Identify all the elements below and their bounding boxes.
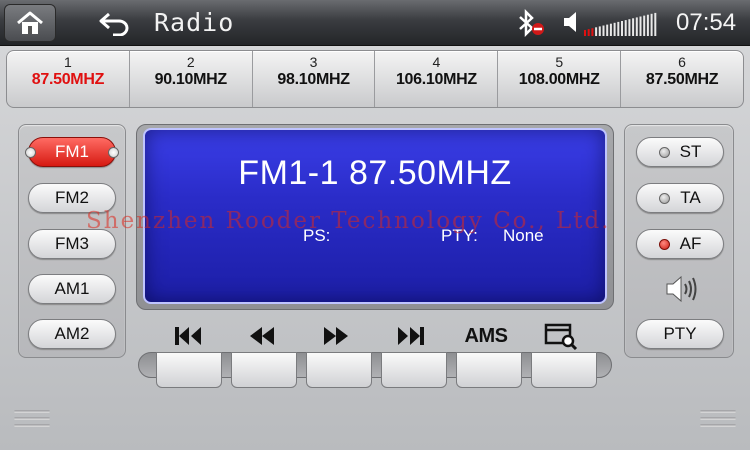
volume-bar (602, 25, 605, 36)
volume-bar (646, 14, 649, 36)
back-button[interactable] (94, 8, 134, 38)
seek-next-icon (381, 322, 441, 350)
band-label: FM1 (55, 142, 89, 161)
preset-frequency: 106.10MHZ (395, 71, 477, 88)
seek-previous-button[interactable] (156, 352, 222, 388)
home-button[interactable] (4, 4, 56, 42)
band-label: FM2 (55, 188, 89, 207)
preset-number: 2 (186, 54, 195, 70)
volume-level-bars[interactable] (584, 10, 658, 36)
volume-bar (654, 12, 657, 36)
ta-indicator-led (659, 192, 671, 204)
preset-number: 6 (678, 54, 686, 70)
preset-6[interactable]: 6 87.50MHZ (621, 51, 743, 107)
volume-bar (628, 19, 631, 36)
volume-bar (609, 23, 612, 36)
volume-bar (632, 18, 635, 36)
preset-number: 3 (309, 54, 318, 70)
band-am1-button[interactable]: AM1 (28, 274, 116, 304)
selector-knob (25, 147, 36, 158)
volume-icon (562, 11, 580, 33)
preset-3[interactable]: 3 98.10MHZ (253, 51, 376, 107)
rewind-icon (232, 322, 292, 350)
af-indicator-led (658, 238, 670, 250)
corner-grip-left (14, 406, 50, 436)
preset-2[interactable]: 2 90.10MHZ (130, 51, 253, 107)
volume-bar (650, 13, 653, 36)
band-am2-button[interactable]: AM2 (28, 319, 116, 349)
volume-bar (598, 26, 601, 36)
st-button[interactable]: ST (636, 137, 724, 167)
volume-bar (606, 24, 609, 36)
volume-bar (617, 21, 620, 36)
band-panel: FM1 FM2 FM3 AM1 AM2 (18, 124, 126, 358)
fast-forward-icon (306, 322, 366, 350)
corner-grip-right (700, 406, 736, 436)
speaker-icon[interactable] (665, 275, 699, 303)
preset-number: 4 (432, 54, 441, 70)
search-button[interactable] (531, 352, 597, 388)
watermark: Shenzhen Rooder Technology Co., Ltd. (86, 208, 611, 234)
preset-4[interactable]: 4 106.10MHZ (375, 51, 499, 107)
rewind-button[interactable] (231, 352, 297, 388)
seek-next-button[interactable] (381, 352, 447, 388)
preset-frequency: 90.10MHZ (154, 71, 228, 88)
pty-button-label: PTY (663, 324, 697, 343)
af-label: AF (679, 234, 702, 253)
pty-button[interactable]: PTY (636, 319, 724, 349)
st-label: ST (679, 142, 702, 161)
search-list-icon (531, 322, 591, 350)
volume-bar (621, 21, 623, 36)
preset-frequency: 98.10MHZ (277, 71, 350, 88)
volume-bar (595, 27, 598, 36)
band-label: FM3 (55, 234, 89, 253)
preset-bar: 1 87.50MHZ 2 90.10MHZ 3 98.10MHZ 4 106.1… (6, 50, 744, 108)
top-bar: Radio 07:54 (0, 0, 750, 46)
volume-bar (587, 29, 590, 36)
band-label: AM2 (54, 324, 90, 343)
volume-bar (639, 16, 642, 36)
volume-bar (591, 28, 594, 36)
volume-bar (635, 17, 638, 36)
volume-bar (584, 30, 586, 36)
ams-button[interactable] (456, 352, 522, 388)
preset-number: 1 (64, 54, 72, 70)
ta-button[interactable]: TA (636, 183, 724, 213)
st-indicator-led (658, 146, 670, 158)
back-arrow-icon (99, 12, 129, 36)
band-label: AM1 (54, 279, 90, 298)
volume-bar (613, 22, 616, 36)
fast-forward-button[interactable] (306, 352, 372, 388)
band-fm1-button[interactable]: FM1 (25, 137, 119, 167)
clock: 07:54 (676, 9, 737, 36)
volume-bar (643, 15, 646, 36)
seek-previous-icon (158, 322, 218, 350)
preset-1[interactable]: 1 87.50MHZ (7, 51, 130, 107)
preset-frequency: 87.50MHZ (645, 71, 719, 88)
ta-label: TA (680, 188, 701, 207)
home-icon (17, 11, 43, 34)
af-button[interactable]: AF (636, 229, 724, 259)
preset-frequency: 87.50MHZ (31, 71, 105, 88)
page-title: Radio (154, 8, 235, 37)
options-panel: ST TA AF PTY (624, 124, 734, 358)
preset-frequency: 108.00MHZ (518, 71, 600, 88)
preset-number: 5 (555, 54, 564, 70)
station-frequency: FM1-1 87.50MHZ (238, 154, 512, 192)
selector-knob (108, 147, 119, 158)
bluetooth-disconnected-icon (516, 8, 546, 38)
preset-5[interactable]: 5 108.00MHZ (498, 51, 622, 107)
ams-label: AMS (464, 324, 508, 347)
volume-bar (624, 20, 627, 36)
